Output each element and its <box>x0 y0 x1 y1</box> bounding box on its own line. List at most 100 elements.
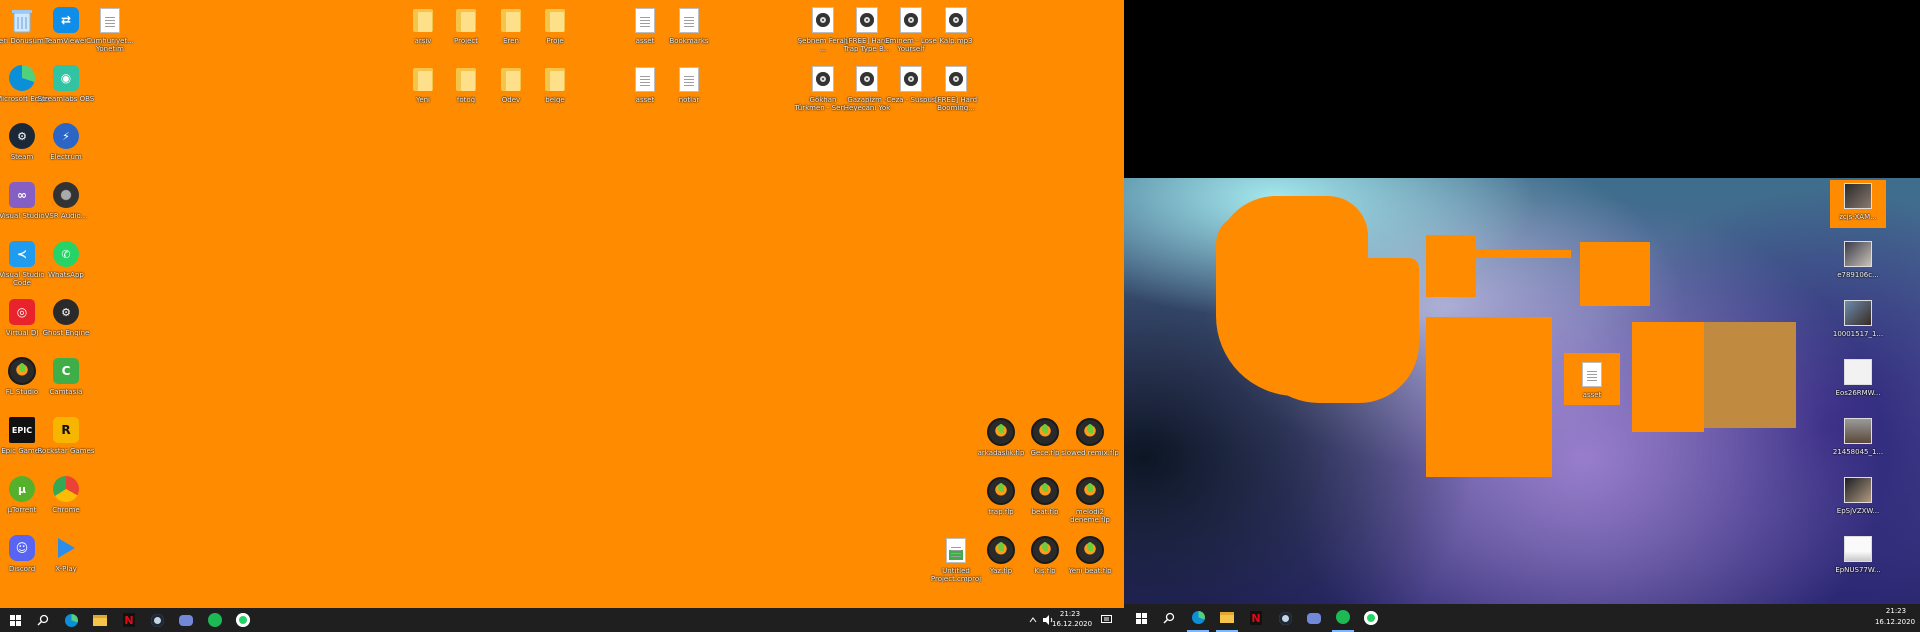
icon-label: Yeni beat.flp <box>1068 567 1112 575</box>
desktop-icon-image[interactable]: e789106c... <box>1829 240 1887 279</box>
audio-file-icon <box>942 65 970 93</box>
camtasia-project-icon <box>942 536 970 564</box>
taskbar-edge[interactable] <box>1187 604 1209 632</box>
document-icon <box>631 65 659 93</box>
audio-file-icon <box>897 65 925 93</box>
desktop-icon-image[interactable]: EpNUS77W... <box>1829 535 1887 574</box>
folder-icon <box>541 6 569 34</box>
desktop-icon-image[interactable]: 10001517_1... <box>1829 299 1887 338</box>
search-button[interactable] <box>32 608 54 632</box>
icon-label: 21458045_1... <box>1832 448 1884 456</box>
edge-icon <box>8 64 36 92</box>
desktop-icon-whatsapp[interactable]: ✆ WhatsApp <box>37 240 95 279</box>
desktop-icon-folder[interactable]: belge <box>526 65 584 104</box>
desktop-icon-electrum[interactable]: ⚡ Electrum <box>37 122 95 161</box>
steam-icon: ⚙ <box>8 122 36 150</box>
desktop-wallpaper: asset <box>1124 178 1920 604</box>
audio-file-icon <box>809 65 837 93</box>
desktop-icon-audio-file[interactable]: Kalp.mp3 <box>927 6 985 45</box>
taskbar-discord[interactable] <box>1303 604 1325 632</box>
tray-overflow-button[interactable] <box>1027 608 1039 632</box>
icon-label: EpNUS77W... <box>1835 566 1881 574</box>
taskbar-clock-time[interactable]: 21:23 <box>1056 610 1084 619</box>
desktop-icon-chrome[interactable]: Chrome <box>37 475 95 514</box>
desktop-icon-folder[interactable]: Proje <box>526 6 584 45</box>
photo-thumbnail-icon <box>1844 417 1872 445</box>
icon-label: Camtasia <box>49 388 83 396</box>
search-button[interactable] <box>1158 604 1180 632</box>
icon-label: Chrome <box>52 506 80 514</box>
desktop-icon-rockstar[interactable]: R Rockstar Games <box>37 416 95 455</box>
taskbar-netflix[interactable]: N <box>118 608 140 632</box>
fl-project-icon <box>987 477 1015 505</box>
icon-label: Ghost Engine <box>42 329 90 337</box>
start-button[interactable] <box>4 608 26 632</box>
desktop-icon-fl-project[interactable]: slowed remix.flp <box>1061 418 1119 457</box>
orange-window-block <box>1632 322 1704 432</box>
desktop-icon-image[interactable]: 21458045_1... <box>1829 417 1887 456</box>
desktop-icon-image[interactable]: EpSjVZXW... <box>1829 476 1887 515</box>
icon-label: WhatsApp <box>48 271 84 279</box>
taskbar-file-explorer[interactable] <box>1216 604 1238 632</box>
audio-file-icon <box>809 6 837 34</box>
icon-label: notlar <box>678 96 700 104</box>
taskbar-clock-date[interactable]: 16.12.2020 <box>1052 620 1092 629</box>
taskbar-spotify[interactable] <box>1332 604 1354 632</box>
desktop-icon-fl-project[interactable]: Yeni beat.flp <box>1061 536 1119 575</box>
audio-file-icon <box>942 6 970 34</box>
document-icon <box>1578 360 1606 388</box>
folder-icon <box>497 6 525 34</box>
fl-project-icon <box>987 536 1015 564</box>
desktop-icon-xplay[interactable]: X-Play <box>37 534 95 573</box>
audio-file-icon <box>897 6 925 34</box>
desktop-icon-streamlabs[interactable]: ◉ Streamlabs OBS <box>37 64 95 103</box>
desktop-icon-document[interactable]: asset <box>1563 360 1621 399</box>
icon-label: asset <box>1582 391 1602 399</box>
steam-icon <box>150 613 164 627</box>
icon-label: [FREE] Hard Booming... <box>934 96 978 112</box>
taskbar-edge[interactable] <box>60 608 82 632</box>
taskbar-spotify[interactable] <box>204 608 226 632</box>
desktop-icon-image[interactable]: zcjs-XAM... <box>1829 182 1887 221</box>
taskbar-steam[interactable] <box>1274 604 1296 632</box>
desktop-icon-document[interactable]: Bookmarks <box>660 6 718 45</box>
right-monitor-desktop: asset zcjs-XAM... e789106c... 10001517_1… <box>1124 0 1920 632</box>
desktop-icon-fl-project[interactable]: melodi2 deneme.flp <box>1061 477 1119 524</box>
desktop-icon-camtasia[interactable]: C Camtasia <box>37 357 95 396</box>
visual-studio-icon: ∞ <box>8 181 36 209</box>
taskbar-discord[interactable] <box>175 608 197 632</box>
orange-window-block <box>1216 214 1276 258</box>
desktop-icon-audio-file[interactable]: [FREE] Hard Booming... <box>927 65 985 112</box>
taskbar-file-explorer[interactable] <box>89 608 111 632</box>
taskbar-netflix[interactable]: N <box>1245 604 1267 632</box>
gear-icon: ⚙ <box>52 298 80 326</box>
desktop-icon-image[interactable]: Eos26RMW... <box>1829 358 1887 397</box>
virtualdj-icon: ◎ <box>8 298 36 326</box>
folder-icon <box>541 65 569 93</box>
fl-project-icon <box>1031 536 1059 564</box>
taskbar-clock-date[interactable]: 16.12.2020 <box>1874 618 1916 627</box>
desktop-icon-ghost-engine[interactable]: ⚙ Ghost Engine <box>37 298 95 337</box>
steam-icon <box>1278 611 1292 625</box>
desktop-icon-document[interactable]: notlar <box>660 65 718 104</box>
icon-label: slowed remix.flp <box>1061 449 1119 457</box>
taskbar-clock-time[interactable]: 21:23 <box>1882 607 1910 616</box>
play-icon <box>52 534 80 562</box>
tan-window-block <box>1704 322 1796 428</box>
icon-label: VSR Audio... <box>44 212 88 220</box>
file-explorer-icon <box>93 614 107 626</box>
icon-label: zcjs-XAM... <box>1839 213 1877 221</box>
action-center-button[interactable] <box>1098 608 1114 632</box>
document-icon <box>96 6 124 34</box>
taskbar-whatsapp[interactable] <box>1360 604 1382 632</box>
windows-start-icon <box>9 614 21 626</box>
desktop-icon-audio[interactable]: VSR Audio... <box>37 181 95 220</box>
taskbar-whatsapp[interactable] <box>232 608 254 632</box>
photo-thumbnail-icon <box>1844 476 1872 504</box>
start-button[interactable] <box>1130 604 1152 632</box>
icon-label: Proje <box>546 37 564 45</box>
desktop-icon-document[interactable]: Cumhuriyet... Yönetim <box>81 6 139 53</box>
photo-thumbnail-icon <box>1844 182 1872 210</box>
taskbar-steam[interactable] <box>146 608 168 632</box>
icon-label: Eos26RMW... <box>1835 389 1881 397</box>
